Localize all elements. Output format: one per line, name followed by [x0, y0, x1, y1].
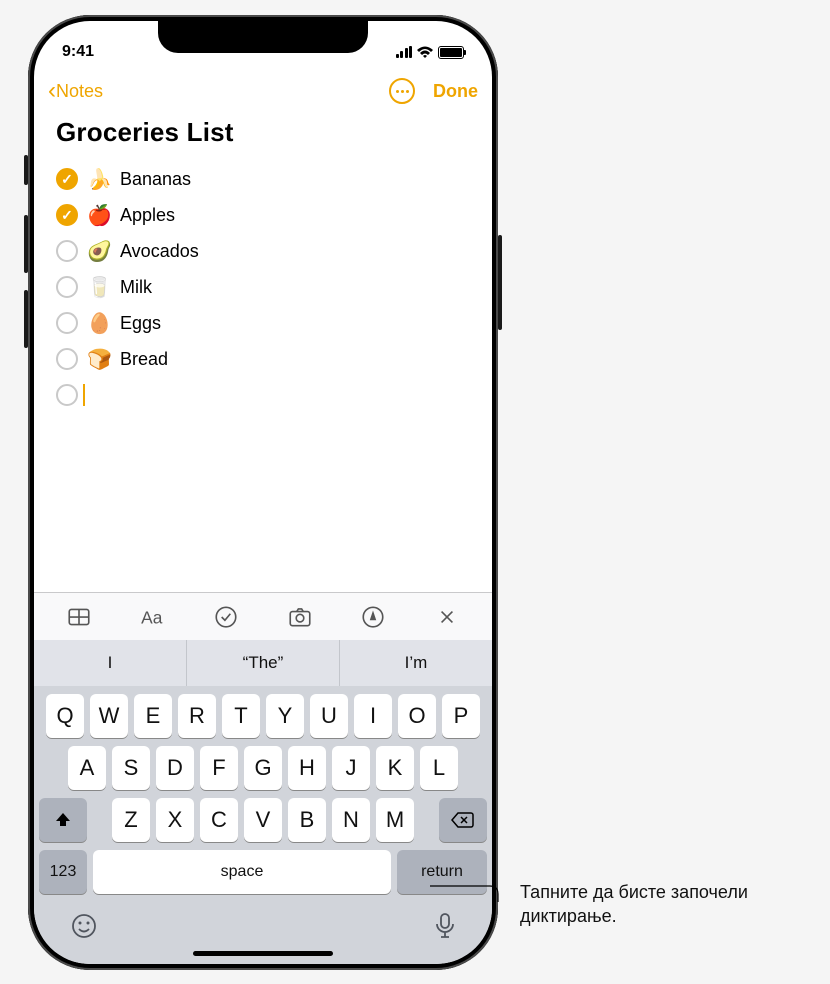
callout-leader-line [430, 870, 530, 910]
key-j[interactable]: J [332, 746, 370, 790]
item-emoji: 🥑 [87, 239, 111, 264]
item-emoji: 🍎 [87, 203, 111, 228]
list-item[interactable]: 🥛 Milk [56, 274, 470, 300]
note-title[interactable]: Groceries List [56, 117, 470, 148]
item-text: Apples [120, 205, 175, 226]
item-text: Eggs [120, 313, 161, 334]
item-emoji: 🥚 [87, 311, 111, 336]
checklist-circle[interactable] [56, 204, 78, 226]
item-text: Milk [120, 277, 152, 298]
key-m[interactable]: M [376, 798, 414, 842]
silence-switch [24, 155, 28, 185]
key-z[interactable]: Z [112, 798, 150, 842]
key-b[interactable]: B [288, 798, 326, 842]
svg-text:Aa: Aa [142, 607, 164, 627]
key-n[interactable]: N [332, 798, 370, 842]
checklist-circle[interactable] [56, 240, 78, 262]
list-item[interactable]: 🥚 Eggs [56, 310, 470, 336]
suggestion-bar: I “The” I’m [34, 640, 492, 686]
key-q[interactable]: Q [46, 694, 84, 738]
back-button[interactable]: ‹ Notes [48, 77, 103, 105]
back-label: Notes [56, 81, 103, 102]
nav-bar: ‹ Notes Done [34, 69, 492, 113]
space-key[interactable]: space [93, 850, 391, 894]
key-d[interactable]: D [156, 746, 194, 790]
phone-frame: 9:41 ‹ Notes Done Groceries List 🍌 Banana… [28, 15, 498, 970]
key-f[interactable]: F [200, 746, 238, 790]
chevron-left-icon: ‹ [48, 77, 56, 105]
power-button [498, 235, 502, 330]
item-text: Bread [120, 349, 168, 370]
suggestion-1[interactable]: I [34, 640, 187, 686]
more-button[interactable] [389, 78, 415, 104]
list-item[interactable]: 🍞 Bread [56, 346, 470, 372]
shift-key[interactable] [39, 798, 87, 842]
key-u[interactable]: U [310, 694, 348, 738]
list-item[interactable]: 🍎 Apples [56, 202, 470, 228]
key-v[interactable]: V [244, 798, 282, 842]
key-h[interactable]: H [288, 746, 326, 790]
list-item[interactable]: 🥑 Avocados [56, 238, 470, 264]
checklist-circle[interactable] [56, 312, 78, 334]
cellular-icon [396, 46, 413, 58]
notch [158, 21, 368, 53]
close-toolbar[interactable] [432, 602, 462, 632]
text-format-tool[interactable]: Aa [137, 602, 167, 632]
checklist-circle[interactable] [56, 168, 78, 190]
key-p[interactable]: P [442, 694, 480, 738]
checklist-circle[interactable] [56, 276, 78, 298]
key-a[interactable]: A [68, 746, 106, 790]
key-t[interactable]: T [222, 694, 260, 738]
item-text: Avocados [120, 241, 199, 262]
note-body[interactable]: Groceries List 🍌 Bananas 🍎 Apples 🥑 Avocados 🥛… [34, 113, 492, 592]
item-emoji: 🍌 [87, 167, 111, 192]
suggestion-3[interactable]: I’m [340, 640, 492, 686]
key-w[interactable]: W [90, 694, 128, 738]
key-x[interactable]: X [156, 798, 194, 842]
markup-tool[interactable] [358, 602, 388, 632]
list-item-empty[interactable] [56, 382, 470, 408]
wifi-icon [416, 46, 434, 59]
home-indicator[interactable] [193, 951, 333, 956]
key-o[interactable]: O [398, 694, 436, 738]
checklist-circle[interactable] [56, 348, 78, 370]
delete-key[interactable] [439, 798, 487, 842]
key-c[interactable]: C [200, 798, 238, 842]
callout-text: Тапните да бисте започели диктирање. [520, 880, 800, 929]
format-toolbar: Aa [34, 592, 492, 640]
item-text: Bananas [120, 169, 191, 190]
key-l[interactable]: L [420, 746, 458, 790]
status-time: 9:41 [62, 43, 94, 61]
table-tool[interactable] [64, 602, 94, 632]
key-e[interactable]: E [134, 694, 172, 738]
keyboard: I “The” I’m QWERTYUIOP ASDFGHJKL ZXCVBNM… [34, 640, 492, 964]
key-i[interactable]: I [354, 694, 392, 738]
emoji-key[interactable] [70, 912, 98, 947]
key-g[interactable]: G [244, 746, 282, 790]
list-item[interactable]: 🍌 Bananas [56, 166, 470, 192]
volume-up-button [24, 215, 28, 273]
key-r[interactable]: R [178, 694, 216, 738]
key-s[interactable]: S [112, 746, 150, 790]
numbers-key[interactable]: 123 [39, 850, 87, 894]
dictation-key[interactable] [434, 912, 456, 947]
screen: 9:41 ‹ Notes Done Groceries List 🍌 Banana… [34, 21, 492, 964]
text-cursor [83, 384, 85, 406]
volume-down-button [24, 290, 28, 348]
item-emoji: 🥛 [87, 275, 111, 300]
battery-icon [438, 46, 464, 59]
checklist-circle[interactable] [56, 384, 78, 406]
suggestion-2[interactable]: “The” [187, 640, 340, 686]
camera-tool[interactable] [285, 602, 315, 632]
key-y[interactable]: Y [266, 694, 304, 738]
done-button[interactable]: Done [433, 81, 478, 102]
item-emoji: 🍞 [87, 347, 111, 372]
checklist-tool[interactable] [211, 602, 241, 632]
key-k[interactable]: K [376, 746, 414, 790]
